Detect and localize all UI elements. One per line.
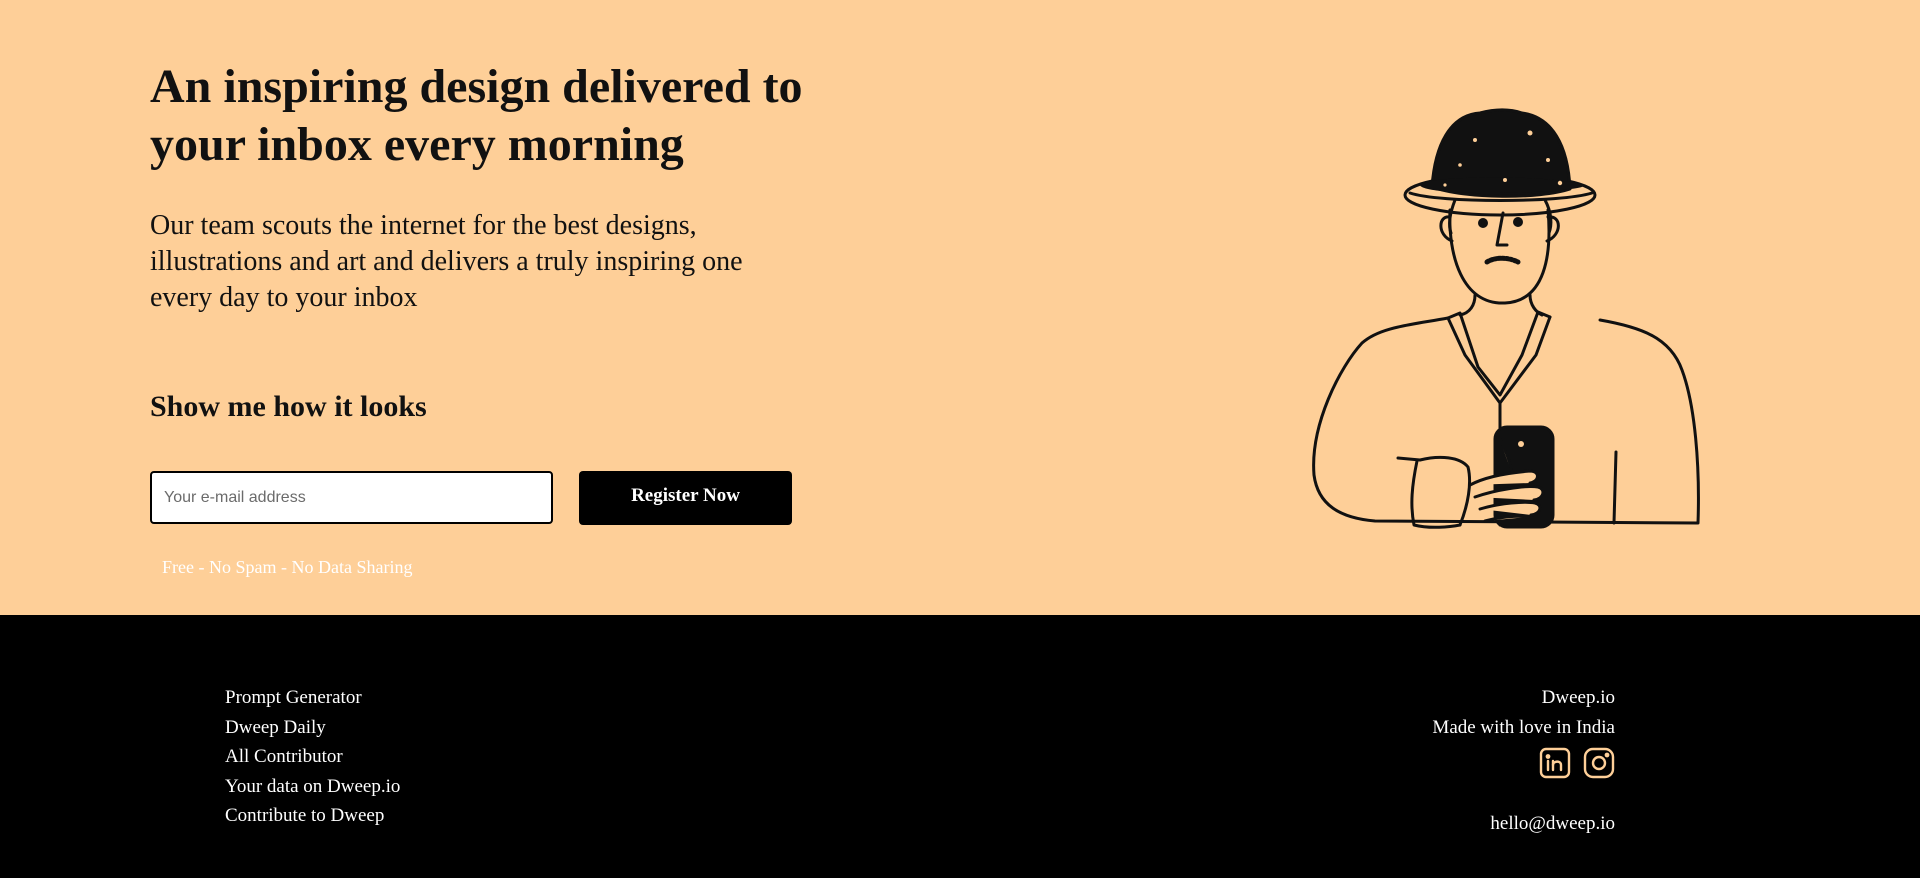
man-with-phone-illustration: [1312, 108, 1700, 529]
footer-link-all-contributor[interactable]: All Contributor: [225, 742, 400, 772]
footer-tagline: Made with love in India: [1432, 717, 1615, 738]
hero-subtext: Our team scouts the internet for the bes…: [150, 210, 743, 313]
footer-brand[interactable]: Dweep.io: [1432, 683, 1615, 713]
footer-link-contribute[interactable]: Contribute to Dweep: [225, 801, 400, 831]
social-links: [1432, 747, 1615, 781]
hero-section: An inspiring design delivered to your in…: [0, 0, 1920, 615]
footer-brand-block: Dweep.io Made with love in India hello@d…: [1432, 683, 1615, 839]
disclaimer-text: Free - No Spam - No Data Sharing: [162, 557, 413, 577]
footer-links: Prompt Generator Dweep Daily All Contrib…: [225, 683, 400, 831]
linkedin-icon[interactable]: [1539, 747, 1571, 779]
email-input[interactable]: [150, 471, 553, 524]
register-now-button[interactable]: Register Now: [579, 471, 792, 525]
footer-link-prompt-generator[interactable]: Prompt Generator: [225, 683, 400, 713]
footer-link-dweep-daily[interactable]: Dweep Daily: [225, 713, 400, 743]
cta-heading: Show me how it looks: [150, 390, 427, 423]
site-footer: Prompt Generator Dweep Daily All Contrib…: [0, 615, 1920, 878]
footer-email-link[interactable]: hello@dweep.io: [1432, 809, 1615, 839]
footer-link-your-data[interactable]: Your data on Dweep.io: [225, 772, 400, 802]
hero-headline: An inspiring design delivered to your in…: [150, 60, 803, 171]
instagram-icon[interactable]: [1583, 747, 1615, 779]
